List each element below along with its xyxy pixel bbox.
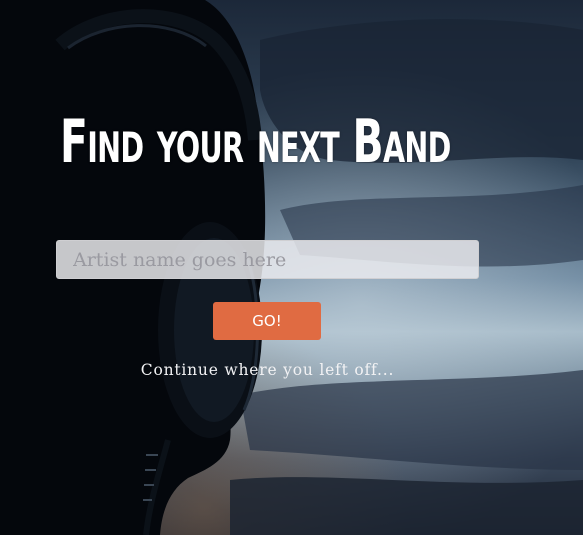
page-title: Find your next Band <box>60 107 451 177</box>
continue-link[interactable]: Continue where you left off... <box>0 361 535 379</box>
go-button[interactable]: GO! <box>213 302 321 340</box>
artist-search-input[interactable] <box>56 240 479 279</box>
hero-section: Find your next Band GO! Continue where y… <box>0 0 583 535</box>
